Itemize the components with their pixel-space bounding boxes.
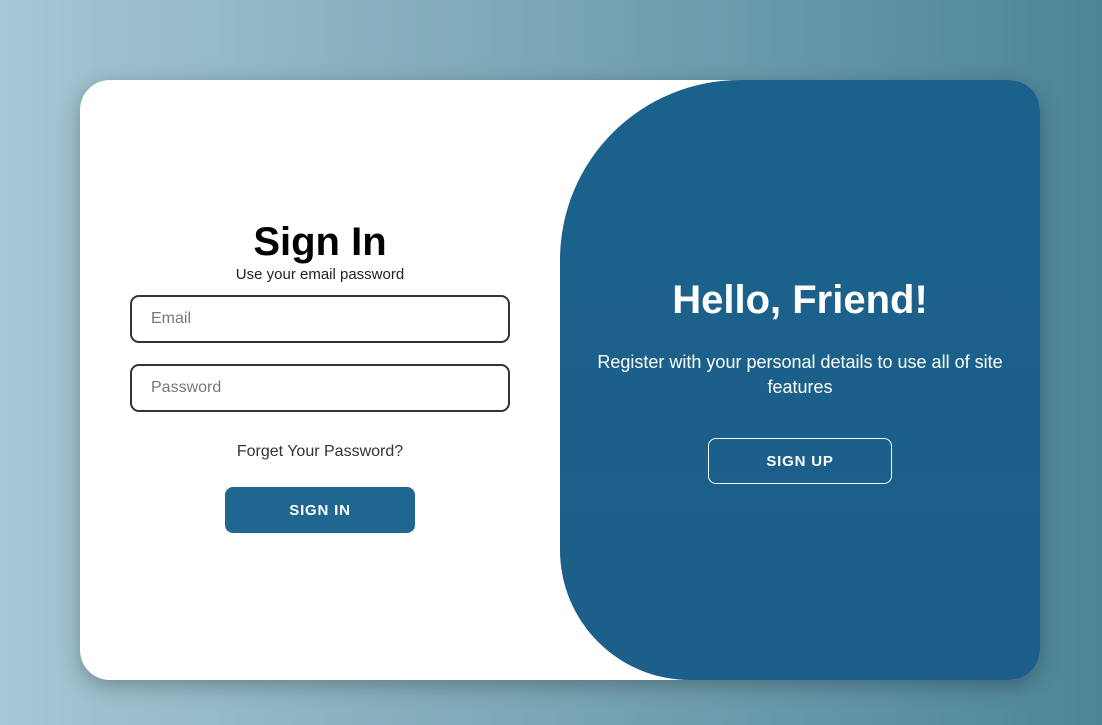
- password-input[interactable]: [130, 364, 510, 412]
- email-input[interactable]: [130, 295, 510, 343]
- sign-up-button[interactable]: SIGN UP: [708, 438, 892, 484]
- sign-in-subtitle: Use your email password: [235, 266, 405, 283]
- welcome-title: Hello, Friend!: [672, 278, 928, 322]
- sign-in-title: Sign In: [253, 220, 387, 264]
- welcome-message: Register with your personal details to u…: [597, 352, 1003, 397]
- sign-in-panel: Sign In Use your email password Forget Y…: [80, 80, 560, 680]
- sign-in-button[interactable]: SIGN IN: [225, 487, 415, 533]
- welcome-panel: Hello, Friend! Register with your person…: [560, 80, 1040, 680]
- forgot-password-link[interactable]: Forget Your Password?: [80, 442, 560, 462]
- auth-card: Sign In Use your email password Forget Y…: [80, 80, 1040, 680]
